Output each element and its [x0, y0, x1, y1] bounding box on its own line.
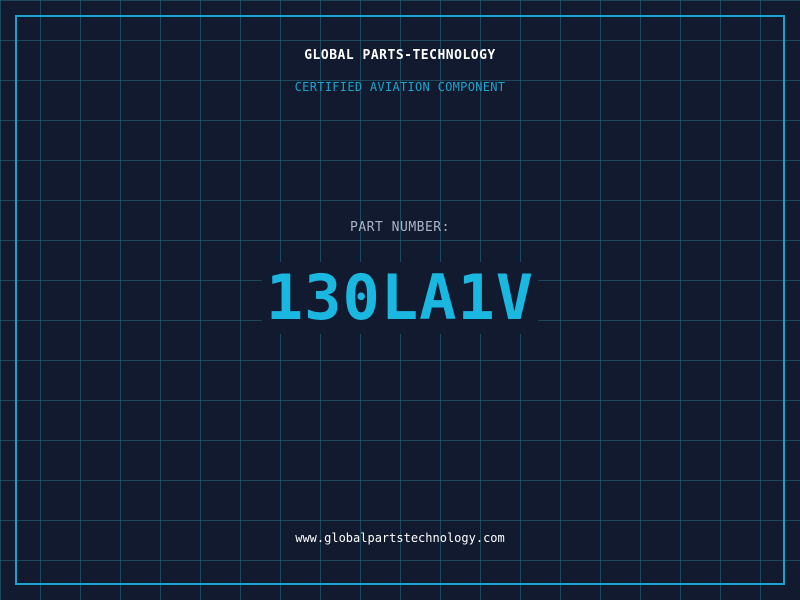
website-url: www.globalpartstechnology.com — [295, 531, 505, 545]
part-number-value: 130LA1V — [261, 262, 539, 334]
part-number-container: 130LA1V — [0, 262, 800, 334]
certification-tagline: CERTIFIED AVIATION COMPONENT — [294, 80, 506, 94]
part-number-label: PART NUMBER: — [350, 220, 450, 235]
company-name: GLOBAL PARTS-TECHNOLOGY — [304, 48, 496, 63]
